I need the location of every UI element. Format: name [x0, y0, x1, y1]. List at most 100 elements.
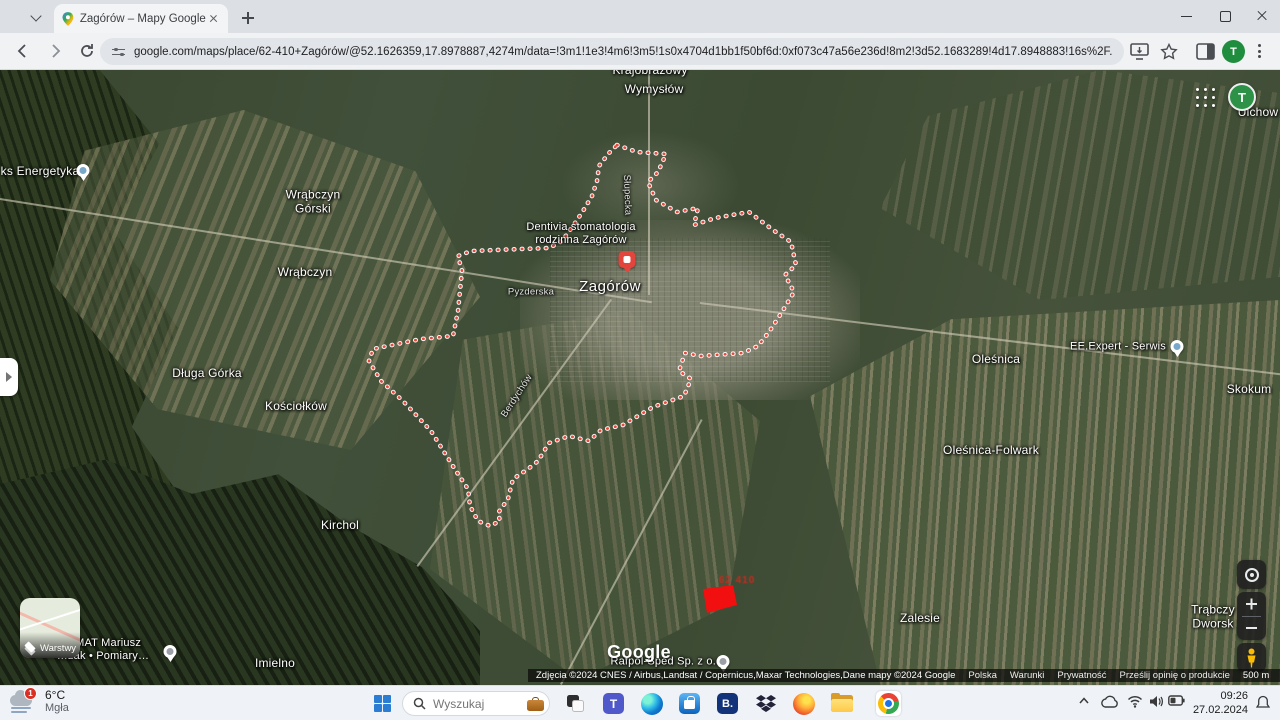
dropbox-icon — [756, 695, 776, 713]
ee-expert-pin[interactable] — [1171, 340, 1184, 353]
map-label-zagorow[interactable]: Zagórów — [579, 278, 641, 296]
new-tab-button[interactable] — [238, 8, 258, 28]
side-panel-icon[interactable] — [1196, 43, 1215, 60]
taskbar-search[interactable] — [402, 691, 550, 716]
notification-badge: 1 — [24, 687, 37, 700]
map-label-energetyka[interactable]: ks Energetyka — [1, 164, 80, 178]
layers-label: Warstwy — [40, 643, 76, 654]
window-maximize-icon[interactable] — [1218, 9, 1232, 23]
rafpol-pin[interactable] — [717, 655, 730, 668]
highlighted-plot — [703, 585, 737, 613]
map-canvas[interactable]: Krajobrazowy Wymysłów ks Energetyka Wrąb… — [0, 70, 1280, 685]
window-close-icon[interactable] — [1255, 9, 1269, 23]
reload-icon[interactable] — [78, 42, 96, 60]
my-location-icon — [1245, 568, 1259, 582]
zoom-controls — [1237, 592, 1266, 640]
map-label-olesnica-folwark[interactable]: Oleśnica-Folwark — [943, 443, 1039, 457]
account-avatar[interactable]: T — [1228, 83, 1256, 111]
map-label-zalesie[interactable]: Zalesie — [900, 611, 940, 625]
map-label-trabczyn-dworski[interactable]: Trąbczy Dworsk — [1191, 603, 1235, 632]
windows-taskbar: 1 6°C Mgła T — [0, 685, 1280, 720]
clock-date: 27.02.2024 — [1186, 704, 1248, 718]
plot-annotation: 62 410 — [719, 575, 756, 587]
battery-icon[interactable] — [1168, 695, 1185, 706]
edge-button[interactable] — [639, 691, 664, 716]
tab-search-icon[interactable] — [32, 12, 42, 22]
map-label-dluga-gorka[interactable]: Długa Górka — [172, 366, 242, 380]
booking-icon: B. — [717, 693, 738, 714]
attribution-link-polska[interactable]: Polska — [968, 670, 997, 681]
back-icon[interactable] — [14, 42, 32, 60]
search-icon — [413, 697, 426, 710]
energetyka-pin[interactable] — [77, 164, 90, 177]
zoom-divider — [1242, 616, 1261, 617]
task-view-icon — [567, 695, 584, 712]
browser-tab[interactable]: Zagórów – Mapy Google — [54, 4, 228, 33]
tab-close-icon[interactable] — [206, 12, 220, 26]
chrome-button[interactable] — [876, 691, 901, 716]
imagery-attribution: Zdjęcia ©2024 CNES / Airbus,Landsat / Co… — [536, 670, 955, 681]
store-icon — [679, 693, 700, 714]
my-location-button[interactable] — [1237, 560, 1266, 589]
start-button[interactable] — [370, 691, 395, 716]
map-label-wrabczyn[interactable]: Wrąbczyn — [278, 265, 333, 279]
volume-icon[interactable] — [1149, 695, 1164, 708]
google-apps-grid-icon[interactable] — [1196, 88, 1216, 108]
map-label-dentivia[interactable]: Dentivia stomatologia rodzinna Zagórów — [526, 221, 635, 247]
map-attribution-bar: Zdjęcia ©2024 CNES / Airbus,Landsat / Co… — [528, 669, 1280, 682]
microsoft-store-button[interactable] — [677, 691, 702, 716]
url-text: google.com/maps/place/62-410+Zagórów/@52… — [134, 46, 1112, 58]
pegman-button[interactable] — [1237, 643, 1266, 672]
notifications-bell-icon[interactable] — [1256, 695, 1270, 710]
address-bar[interactable]: google.com/maps/place/62-410+Zagórów/@52… — [100, 38, 1124, 65]
wifi-icon[interactable] — [1127, 695, 1143, 708]
site-info-icon[interactable] — [112, 46, 126, 58]
map-label-kosciolkow[interactable]: Kościołków — [265, 399, 327, 413]
windows-logo-icon — [374, 695, 392, 713]
tray-clock[interactable]: 09:26 27.02.2024 — [1186, 690, 1248, 717]
attribution-link-prywatnosc[interactable]: Prywatność — [1057, 670, 1106, 681]
firefox-button[interactable] — [791, 691, 816, 716]
window-minimize-icon[interactable] — [1180, 9, 1194, 23]
install-icon[interactable] — [1130, 43, 1149, 60]
map-label-olesnica[interactable]: Oleśnica — [972, 352, 1020, 366]
maps-favicon — [62, 12, 74, 26]
firefox-icon — [793, 693, 815, 715]
bookmark-star-icon[interactable] — [1160, 43, 1178, 61]
attribution-link-feedback[interactable]: Prześlij opinię o produkcie — [1120, 670, 1230, 681]
map-label-skokum[interactable]: Skokum — [1227, 382, 1272, 396]
weather-condition: Mgła — [45, 702, 69, 715]
dentivia-marker[interactable] — [619, 251, 636, 268]
file-explorer-button[interactable] — [829, 691, 854, 716]
booking-app-button[interactable]: B. — [715, 691, 740, 716]
teams-button[interactable]: T — [601, 691, 626, 716]
map-label-imielno[interactable]: Imielno — [255, 656, 295, 670]
browser-toolbar: google.com/maps/place/62-410+Zagórów/@52… — [0, 33, 1280, 70]
map-label-krajobrazowy[interactable]: Krajobrazowy — [612, 70, 687, 77]
browser-menu-icon[interactable] — [1258, 44, 1262, 60]
task-view-button[interactable] — [563, 691, 588, 716]
onedrive-icon[interactable] — [1100, 695, 1118, 708]
profile-avatar[interactable]: T — [1222, 40, 1245, 63]
browser-tabstrip: Zagórów – Mapy Google — [0, 0, 1280, 33]
map-label-kirchol[interactable]: Kirchol — [321, 518, 359, 532]
map-label-wrabczyn-gorski[interactable]: Wrąbczyn Górski — [286, 188, 341, 217]
map-scale-label: 500 m — [1243, 670, 1269, 681]
attribution-link-warunki[interactable]: Warunki — [1010, 670, 1045, 681]
file-explorer-icon — [831, 695, 853, 712]
map-label-pyzderska: Pyzderska — [508, 286, 554, 297]
tray-chevron-icon[interactable] — [1078, 695, 1090, 707]
forward-icon[interactable] — [46, 42, 64, 60]
map-layers-button[interactable]: Warstwy — [20, 598, 80, 658]
search-highlight-icon — [527, 696, 544, 711]
lmat-pin[interactable] — [164, 645, 177, 658]
clock-time: 09:26 — [1186, 690, 1248, 704]
dropbox-button[interactable] — [753, 691, 778, 716]
search-input[interactable] — [433, 697, 521, 711]
side-panel-expand-button[interactable] — [0, 358, 18, 396]
widgets-button[interactable]: 1 6°C Mgła — [8, 689, 69, 715]
tab-title: Zagórów – Mapy Google — [80, 13, 206, 25]
map-label-wymyslow[interactable]: Wymysłów — [625, 82, 684, 96]
chrome-icon — [878, 693, 899, 714]
map-label-ee-expert[interactable]: EE.Expert - Serwis — [1070, 340, 1166, 353]
